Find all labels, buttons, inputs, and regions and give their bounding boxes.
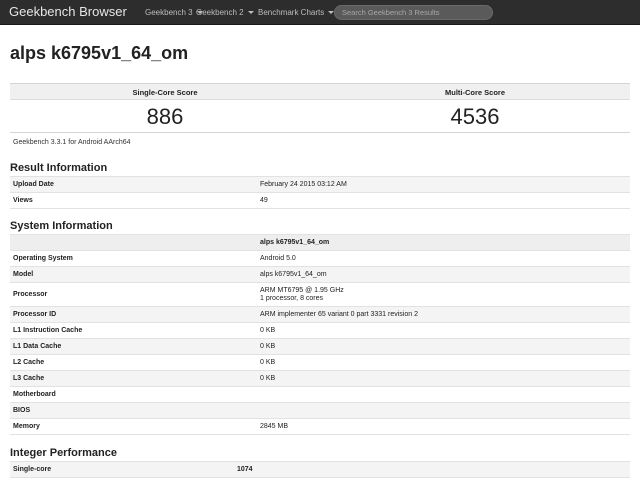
processor-name: ARM MT6795 @ 1.95 GHz <box>260 286 344 294</box>
row-key: Processor ID <box>10 306 257 323</box>
nav-geekbench3-dropdown[interactable]: Geekbench 3 <box>145 8 203 17</box>
row-value: 0 KB <box>257 370 630 387</box>
score-header-row: Single-Core Score Multi-Core Score <box>10 84 630 100</box>
row-key: Operating System <box>10 250 257 267</box>
search-input[interactable] <box>334 5 493 20</box>
system-information-heading: System Information <box>10 220 113 232</box>
row-key: Views <box>10 192 257 209</box>
row-value: Android 5.0 <box>257 250 630 267</box>
nav-geekbench2-dropdown[interactable]: Geekbench 2 <box>196 8 254 17</box>
score-summary: Single-Core Score Multi-Core Score 886 4… <box>10 83 630 133</box>
table-row: L1 Data Cache 0 KB <box>10 338 630 355</box>
row-key: L2 Cache <box>10 354 257 371</box>
nav-item-label: Geekbench 2 <box>196 8 244 17</box>
table-row: Single-core 1074 <box>10 461 630 478</box>
row-key: Model <box>10 266 257 283</box>
row-key: BIOS <box>10 402 257 419</box>
result-information-table: Upload Date February 24 2015 03:12 AM Vi… <box>10 176 630 209</box>
integer-performance-table: Single-core 1074 <box>10 461 630 478</box>
row-key: L1 Instruction Cache <box>10 322 257 339</box>
caret-down-icon <box>247 11 254 15</box>
table-header-row: alps k6795v1_64_om <box>10 234 630 251</box>
row-value: 2845 MB <box>257 418 630 435</box>
table-row: L1 Instruction Cache 0 KB <box>10 322 630 339</box>
row-value: 0 KB <box>257 322 630 339</box>
row-key: L1 Data Cache <box>10 338 257 355</box>
table-row: Upload Date February 24 2015 03:12 AM <box>10 176 630 193</box>
row-key: Single-core <box>10 461 234 478</box>
table-row: Operating System Android 5.0 <box>10 250 630 267</box>
table-row: Views 49 <box>10 192 630 209</box>
row-value: alps k6795v1_64_om <box>257 266 630 283</box>
row-value: 49 <box>257 192 630 209</box>
row-value: February 24 2015 03:12 AM <box>257 176 630 193</box>
page-title: alps k6795v1_64_om <box>10 43 189 63</box>
row-key: L3 Cache <box>10 370 257 387</box>
table-row: Motherboard <box>10 386 630 403</box>
row-key: Upload Date <box>10 176 257 193</box>
table-row: Processor ID ARM implementer 65 variant … <box>10 306 630 323</box>
single-core-score-value: 886 <box>146 104 184 129</box>
row-value <box>257 402 630 419</box>
row-value: ARM MT6795 @ 1.95 GHz 1 processor, 8 cor… <box>257 282 630 307</box>
row-value: 1074 <box>234 461 630 478</box>
table-row: L3 Cache 0 KB <box>10 370 630 387</box>
system-information-table: alps k6795v1_64_om Operating System Andr… <box>10 234 630 435</box>
nav-item-label: Benchmark Charts <box>258 8 325 17</box>
row-value: ARM implementer 65 variant 0 part 3331 r… <box>257 306 630 323</box>
integer-performance-heading: Integer Performance <box>10 447 117 459</box>
multi-core-score-value: 4536 <box>450 104 500 129</box>
table-row: Processor ARM MT6795 @ 1.95 GHz 1 proces… <box>10 282 630 307</box>
single-core-score-label: Single-Core Score <box>132 88 198 97</box>
nav-benchmark-charts-dropdown[interactable]: Benchmark Charts <box>258 8 335 17</box>
brand-logo[interactable]: Geekbench Browser <box>9 4 127 19</box>
multi-core-score-label: Multi-Core Score <box>444 88 505 97</box>
table-row: Model alps k6795v1_64_om <box>10 266 630 283</box>
row-value: 0 KB <box>257 354 630 371</box>
processor-cores: 1 processor, 8 cores <box>260 294 324 302</box>
top-navbar: Geekbench Browser Geekbench 3 Geekbench … <box>0 0 640 25</box>
table-row: Memory 2845 MB <box>10 418 630 435</box>
row-value <box>257 386 630 403</box>
row-key: Processor <box>10 282 257 307</box>
header-blank <box>10 234 257 251</box>
row-value: 0 KB <box>257 338 630 355</box>
row-key: Motherboard <box>10 386 257 403</box>
row-key: Memory <box>10 418 257 435</box>
table-row: BIOS <box>10 402 630 419</box>
system-header-title: alps k6795v1_64_om <box>257 234 630 251</box>
platform-caption: Geekbench 3.3.1 for Android AArch64 <box>13 139 131 146</box>
result-information-heading: Result Information <box>10 162 108 174</box>
table-row: L2 Cache 0 KB <box>10 354 630 371</box>
nav-item-label: Geekbench 3 <box>145 8 193 17</box>
